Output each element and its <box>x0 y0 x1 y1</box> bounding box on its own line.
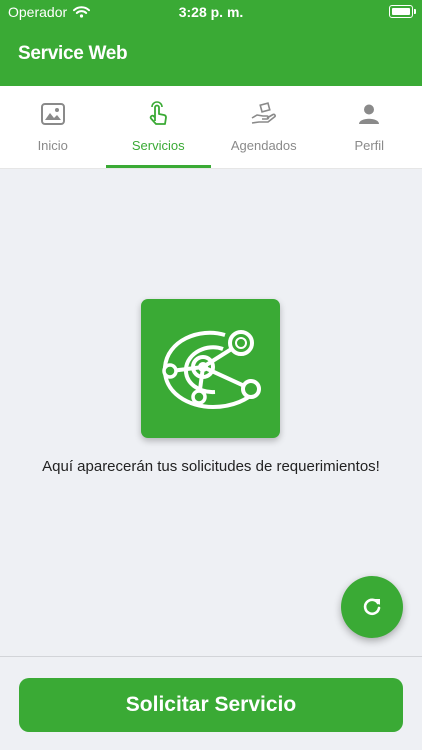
battery-icon <box>389 5 416 18</box>
tab-label: Agendados <box>230 138 297 153</box>
footer-bar: Solicitar Servicio <box>0 656 422 750</box>
image-icon <box>40 103 65 125</box>
status-bar: Operador 3:28 p. m. <box>0 0 422 26</box>
tab-bar: Inicio Servicios Agendados Perfil <box>0 86 422 169</box>
hand-package-icon <box>251 102 276 124</box>
tab-label: Servicios <box>131 138 185 153</box>
refresh-icon <box>363 598 381 616</box>
refresh-button[interactable] <box>341 576 403 638</box>
tab-label: Inicio <box>37 138 68 153</box>
page-title: Service Web <box>18 43 128 64</box>
app-logo <box>141 299 280 438</box>
tab-agendados[interactable]: Agendados <box>211 86 317 168</box>
touch-hand-icon <box>150 101 168 125</box>
tab-perfil[interactable]: Perfil <box>317 86 422 168</box>
tab-servicios[interactable]: Servicios <box>105 86 212 168</box>
tab-inicio[interactable]: Inicio <box>0 86 106 168</box>
empty-state-message: Aquí aparecerán tus solicitudes de reque… <box>42 458 380 475</box>
request-service-button[interactable]: Solicitar Servicio <box>19 678 403 732</box>
network-target-logo <box>162 330 261 410</box>
person-icon <box>359 104 380 124</box>
tab-label: Perfil <box>354 138 385 153</box>
app-header: Operador 3:28 p. m. Service Web <box>0 0 422 86</box>
status-time: 3:28 p. m. <box>178 4 244 20</box>
